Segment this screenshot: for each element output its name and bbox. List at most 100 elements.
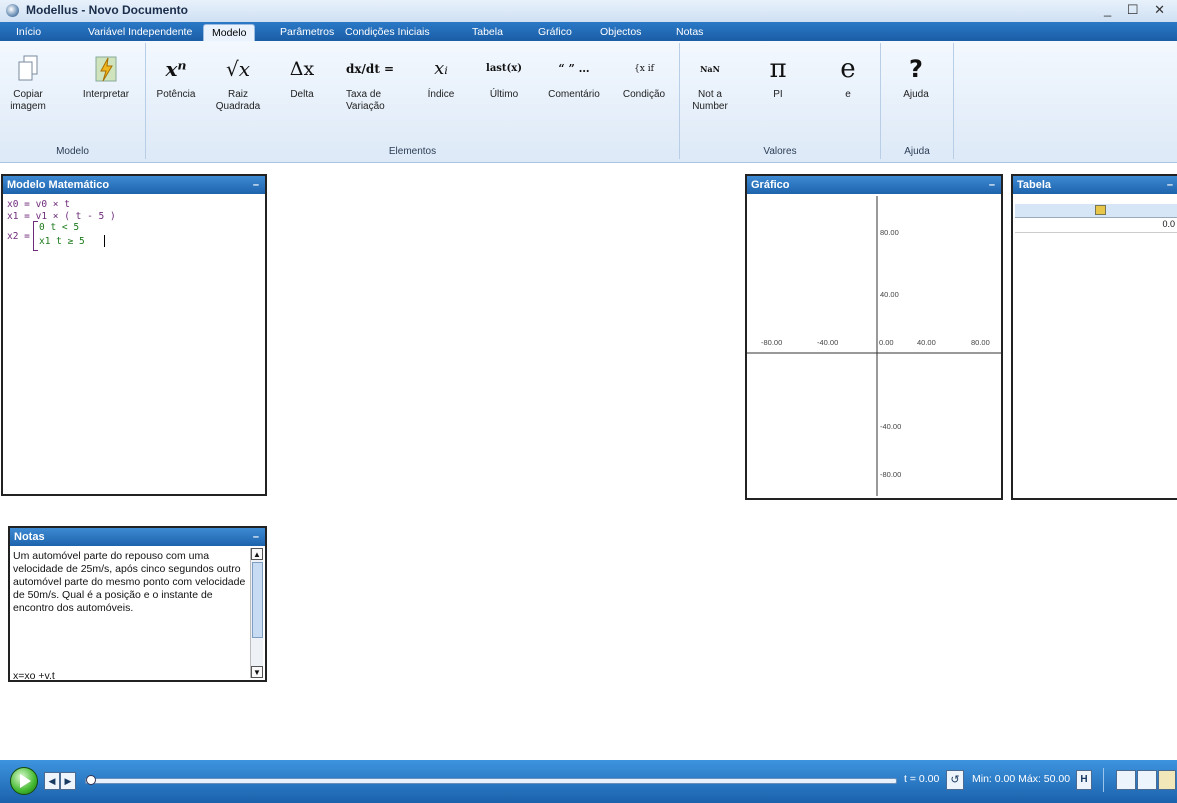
- condition-icon: {x if: [634, 64, 654, 74]
- tab-grafico[interactable]: Gráfico: [530, 24, 580, 41]
- graph-axes[interactable]: [747, 196, 1001, 496]
- min-max-range[interactable]: Min: 0.00 Máx: 50.00: [972, 773, 1070, 785]
- time-slider-knob[interactable]: [86, 775, 96, 785]
- divider: [1103, 768, 1104, 792]
- x-tick-label: 40.00: [917, 338, 936, 347]
- lightning-icon: [78, 49, 134, 89]
- delta-icon: Δx: [289, 58, 315, 80]
- y-tick-label: 40.00: [880, 290, 899, 299]
- notas-formula[interactable]: x=xo +v.t: [13, 670, 55, 682]
- y-tick-label: 80.00: [880, 228, 899, 237]
- minimize-icon[interactable]: –: [253, 176, 259, 194]
- playback-bar: ◀ ▶ t = 0.00 ↺ Min: 0.00 Máx: 50.00 H: [0, 760, 1177, 803]
- modelo-matematico-panel: Modelo Matemático – x0 = v0 × t x1 = v1 …: [1, 174, 267, 496]
- table-row[interactable]: 0.0: [1015, 218, 1177, 233]
- equation-x2-case1[interactable]: 0 t < 5: [39, 222, 79, 233]
- taxa-variacao-label: Taxa de Variação: [346, 89, 385, 112]
- equation-x2-case2[interactable]: x1 t ≥ 5: [39, 236, 85, 247]
- scroll-up-icon[interactable]: ▲: [251, 548, 263, 560]
- grafico-panel: Gráfico – -80.00 -40.00 0.00 40.00 80.00…: [745, 174, 1003, 500]
- tab-parametros[interactable]: Parâmetros: [272, 24, 342, 41]
- step-forward-button[interactable]: ▶: [60, 772, 76, 790]
- time-slider[interactable]: [85, 778, 897, 784]
- group-ajuda: ? Ajuda Ajuda: [881, 43, 954, 159]
- time-value: t = 0.00: [904, 773, 940, 785]
- table-cell: 0.0: [1162, 219, 1175, 229]
- tab-inicio[interactable]: Início: [8, 24, 49, 41]
- pi-button[interactable]: π PI: [758, 49, 798, 101]
- tab-tabela[interactable]: Tabela: [464, 24, 511, 41]
- reset-icon[interactable]: ↺: [946, 770, 964, 790]
- ultimo-label: Último: [489, 89, 519, 100]
- e-label: e: [845, 89, 851, 100]
- interpretar-button[interactable]: Interpretar: [78, 49, 134, 101]
- tabela-header[interactable]: Tabela –: [1013, 176, 1177, 194]
- piecewise-brace: [33, 221, 38, 251]
- app-icon[interactable]: [6, 4, 19, 17]
- copy-icon: [6, 49, 50, 89]
- y-tick-label: -80.00: [880, 470, 902, 479]
- step-back-button[interactable]: ◀: [44, 772, 60, 790]
- equation-x2-lhs[interactable]: x2 =: [7, 231, 30, 242]
- tab-notas[interactable]: Notas: [668, 24, 711, 41]
- e-button[interactable]: e e: [828, 49, 868, 101]
- tab-objectos[interactable]: Objectos: [592, 24, 649, 41]
- notas-header[interactable]: Notas –: [10, 528, 265, 546]
- copiar-imagem-button[interactable]: Copiar imagem: [6, 49, 50, 113]
- table-column-header[interactable]: [1015, 204, 1177, 218]
- notas-scrollbar[interactable]: ▲ ▼: [250, 548, 263, 678]
- comment-icon: “ ” …: [558, 62, 590, 75]
- condicao-button[interactable]: {x if Condição: [616, 49, 672, 101]
- pi-label: PI: [773, 89, 783, 100]
- window-controls[interactable]: _ ☐ ✕: [1104, 2, 1171, 18]
- layout-icon[interactable]: [1116, 770, 1136, 790]
- group-valores-label: Valores: [763, 146, 797, 157]
- ajuda-button[interactable]: ? Ajuda: [893, 49, 939, 101]
- not-a-number-button[interactable]: NaN Not a Number: [686, 49, 734, 113]
- potencia-button[interactable]: xⁿ Potência: [152, 49, 200, 101]
- panel-icon[interactable]: [1158, 770, 1176, 790]
- go-to-end-icon[interactable]: H: [1076, 770, 1092, 790]
- window-title: Modellus - Novo Documento: [26, 3, 188, 17]
- grafico-title: Gráfico: [751, 179, 790, 191]
- interpretar-label: Interpretar: [82, 89, 130, 100]
- scroll-thumb[interactable]: [252, 562, 263, 638]
- y-tick-label: -40.00: [880, 422, 902, 431]
- tabela-panel: Tabela – 0.0: [1011, 174, 1177, 500]
- raiz-quadrada-button[interactable]: √x Raiz Quadrada: [212, 49, 264, 113]
- minimize-icon[interactable]: –: [1167, 176, 1173, 194]
- modelo-matematico-title: Modelo Matemático: [7, 179, 110, 191]
- delta-button[interactable]: Δx Delta: [280, 49, 324, 101]
- tabela-title: Tabela: [1017, 179, 1052, 191]
- minimize-icon[interactable]: –: [253, 528, 259, 546]
- tab-condicoes-iniciais[interactable]: Condições Iniciais: [337, 24, 438, 41]
- comentario-label: Comentário: [548, 89, 600, 100]
- group-ajuda-label: Ajuda: [904, 146, 930, 157]
- tab-variavel-independente[interactable]: Variável Independente: [80, 24, 200, 41]
- equation-x0[interactable]: x0 = v0 × t: [7, 199, 70, 210]
- last-icon: last(x): [486, 63, 522, 74]
- minimize-icon[interactable]: –: [989, 176, 995, 194]
- comentario-button[interactable]: “ ” … Comentário: [541, 49, 607, 101]
- group-valores: NaN Not a Number π PI e e Valores: [680, 43, 881, 159]
- modelo-matematico-header[interactable]: Modelo Matemático –: [3, 176, 265, 194]
- e-icon: e: [840, 54, 856, 84]
- delta-label: Delta: [290, 89, 314, 100]
- x-tick-label: 0.00: [879, 338, 894, 347]
- play-button[interactable]: [10, 767, 38, 795]
- raiz-quadrada-label: Raiz Quadrada: [215, 89, 261, 112]
- taxa-variacao-button[interactable]: dx/dt = Taxa de Variação: [346, 49, 396, 113]
- grafico-header[interactable]: Gráfico –: [747, 176, 1001, 194]
- ajuda-label: Ajuda: [903, 89, 929, 100]
- window-icon[interactable]: [1137, 770, 1157, 790]
- column-settings-icon[interactable]: [1095, 205, 1106, 215]
- x-tick-label: -80.00: [761, 338, 783, 347]
- indice-button[interactable]: xᵢ Índice: [418, 49, 464, 101]
- ribbon-tabs: Início Variável Independente Modelo Parâ…: [0, 22, 1177, 42]
- notas-text[interactable]: Um automóvel parte do repouso com uma ve…: [13, 550, 251, 615]
- equation-x1[interactable]: x1 = v1 × ( t - 5 ): [7, 211, 116, 222]
- ultimo-button[interactable]: last(x) Último: [481, 49, 527, 101]
- notas-title: Notas: [14, 531, 45, 543]
- tab-modelo[interactable]: Modelo: [203, 24, 256, 42]
- scroll-down-icon[interactable]: ▼: [251, 666, 263, 678]
